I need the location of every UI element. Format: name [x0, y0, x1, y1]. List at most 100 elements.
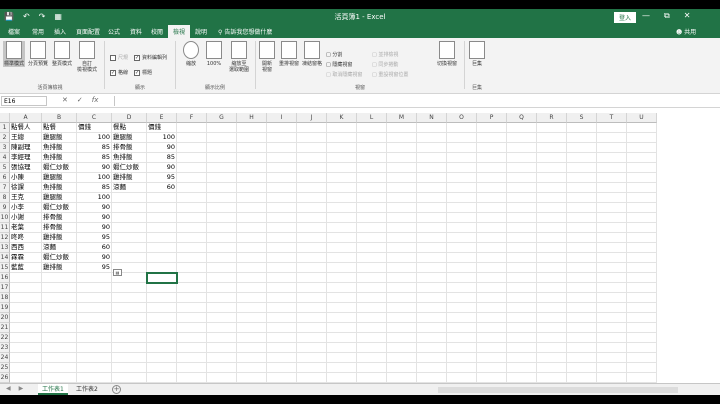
cell[interactable]: [357, 233, 387, 243]
custom-views-button[interactable]: 自訂 檢視模式: [75, 41, 99, 73]
headings-checkbox[interactable]: ✓ 標題: [134, 69, 152, 76]
cell[interactable]: [507, 343, 537, 353]
share-button[interactable]: ☻ 共用: [676, 27, 696, 36]
cell[interactable]: [447, 283, 477, 293]
cell[interactable]: [567, 353, 597, 363]
cell[interactable]: [447, 133, 477, 143]
macros-button[interactable]: 巨集: [468, 41, 486, 67]
tab-page-layout[interactable]: 頁面配置: [76, 27, 100, 36]
cell[interactable]: [207, 303, 237, 313]
cell[interactable]: [327, 223, 357, 233]
cell[interactable]: [477, 313, 507, 323]
row-header-25[interactable]: 25: [0, 363, 10, 373]
cell[interactable]: [417, 153, 447, 163]
cell[interactable]: [147, 193, 177, 203]
cell[interactable]: [417, 223, 447, 233]
cell[interactable]: [267, 143, 297, 153]
cell[interactable]: [357, 173, 387, 183]
cell[interactable]: [417, 293, 447, 303]
cell[interactable]: [112, 363, 147, 373]
cell[interactable]: [237, 153, 267, 163]
cell[interactable]: [177, 183, 207, 193]
cell[interactable]: [207, 193, 237, 203]
cell-b3[interactable]: 魚排飯: [42, 143, 77, 153]
cell[interactable]: [387, 373, 417, 383]
hide-window-button[interactable]: □ 隱藏視窗: [326, 61, 352, 68]
cell[interactable]: [387, 263, 417, 273]
column-header-q[interactable]: Q: [507, 113, 537, 123]
cell[interactable]: [417, 313, 447, 323]
cell-e7[interactable]: 60: [147, 183, 177, 193]
cell[interactable]: [387, 213, 417, 223]
cell[interactable]: [627, 193, 657, 203]
cell[interactable]: [267, 223, 297, 233]
cell[interactable]: [207, 333, 237, 343]
cell[interactable]: [387, 293, 417, 303]
cell[interactable]: [147, 203, 177, 213]
cell-c5[interactable]: 90: [77, 163, 112, 173]
name-box[interactable]: E16: [1, 96, 47, 106]
cell-c11[interactable]: 90: [77, 223, 112, 233]
cell[interactable]: [327, 183, 357, 193]
cell-a9[interactable]: 小李: [10, 203, 42, 213]
cell[interactable]: [177, 303, 207, 313]
cell[interactable]: [10, 343, 42, 353]
cell[interactable]: [447, 273, 477, 283]
cell[interactable]: [357, 333, 387, 343]
cell[interactable]: [267, 273, 297, 283]
cell[interactable]: [537, 293, 567, 303]
cell[interactable]: [237, 313, 267, 323]
cell[interactable]: [387, 243, 417, 253]
cell[interactable]: [447, 263, 477, 273]
column-header-d[interactable]: D: [112, 113, 147, 123]
row-header-14[interactable]: 14: [0, 253, 10, 263]
cell[interactable]: [237, 163, 267, 173]
cell[interactable]: [327, 363, 357, 373]
cell[interactable]: [417, 183, 447, 193]
cell[interactable]: [477, 353, 507, 363]
cell[interactable]: [327, 133, 357, 143]
cell[interactable]: [507, 363, 537, 373]
cell[interactable]: [537, 183, 567, 193]
switch-windows-button[interactable]: 切換視窗: [434, 41, 460, 67]
cell[interactable]: [447, 373, 477, 383]
cell[interactable]: [597, 123, 627, 133]
tab-view[interactable]: 檢視: [168, 25, 191, 38]
cell[interactable]: [537, 133, 567, 143]
cell[interactable]: [297, 153, 327, 163]
row-header-2[interactable]: 2: [0, 133, 10, 143]
cell[interactable]: [597, 183, 627, 193]
cell[interactable]: [297, 163, 327, 173]
cell[interactable]: [327, 323, 357, 333]
cell[interactable]: [297, 343, 327, 353]
column-header-k[interactable]: K: [327, 113, 357, 123]
cell[interactable]: [237, 343, 267, 353]
cell[interactable]: [112, 333, 147, 343]
cell[interactable]: [597, 373, 627, 383]
cell[interactable]: [10, 323, 42, 333]
cell[interactable]: [177, 213, 207, 223]
cell[interactable]: [207, 173, 237, 183]
cell[interactable]: [567, 323, 597, 333]
cell[interactable]: [177, 153, 207, 163]
cell[interactable]: [447, 363, 477, 373]
cell[interactable]: [597, 303, 627, 313]
cell[interactable]: [627, 183, 657, 193]
zoom-100-button[interactable]: 100%: [204, 41, 224, 67]
cell[interactable]: [10, 313, 42, 323]
cell[interactable]: [267, 233, 297, 243]
cell[interactable]: [477, 363, 507, 373]
cell[interactable]: [147, 373, 177, 383]
cell[interactable]: [237, 293, 267, 303]
row-header-22[interactable]: 22: [0, 333, 10, 343]
cell-e6[interactable]: 95: [147, 173, 177, 183]
cell[interactable]: [477, 323, 507, 333]
row-header-12[interactable]: 12: [0, 233, 10, 243]
cell[interactable]: [387, 273, 417, 283]
column-header-c[interactable]: C: [77, 113, 112, 123]
cell[interactable]: [112, 253, 147, 263]
cell[interactable]: [537, 323, 567, 333]
cell[interactable]: [387, 363, 417, 373]
cell[interactable]: [267, 213, 297, 223]
cell[interactable]: [507, 313, 537, 323]
